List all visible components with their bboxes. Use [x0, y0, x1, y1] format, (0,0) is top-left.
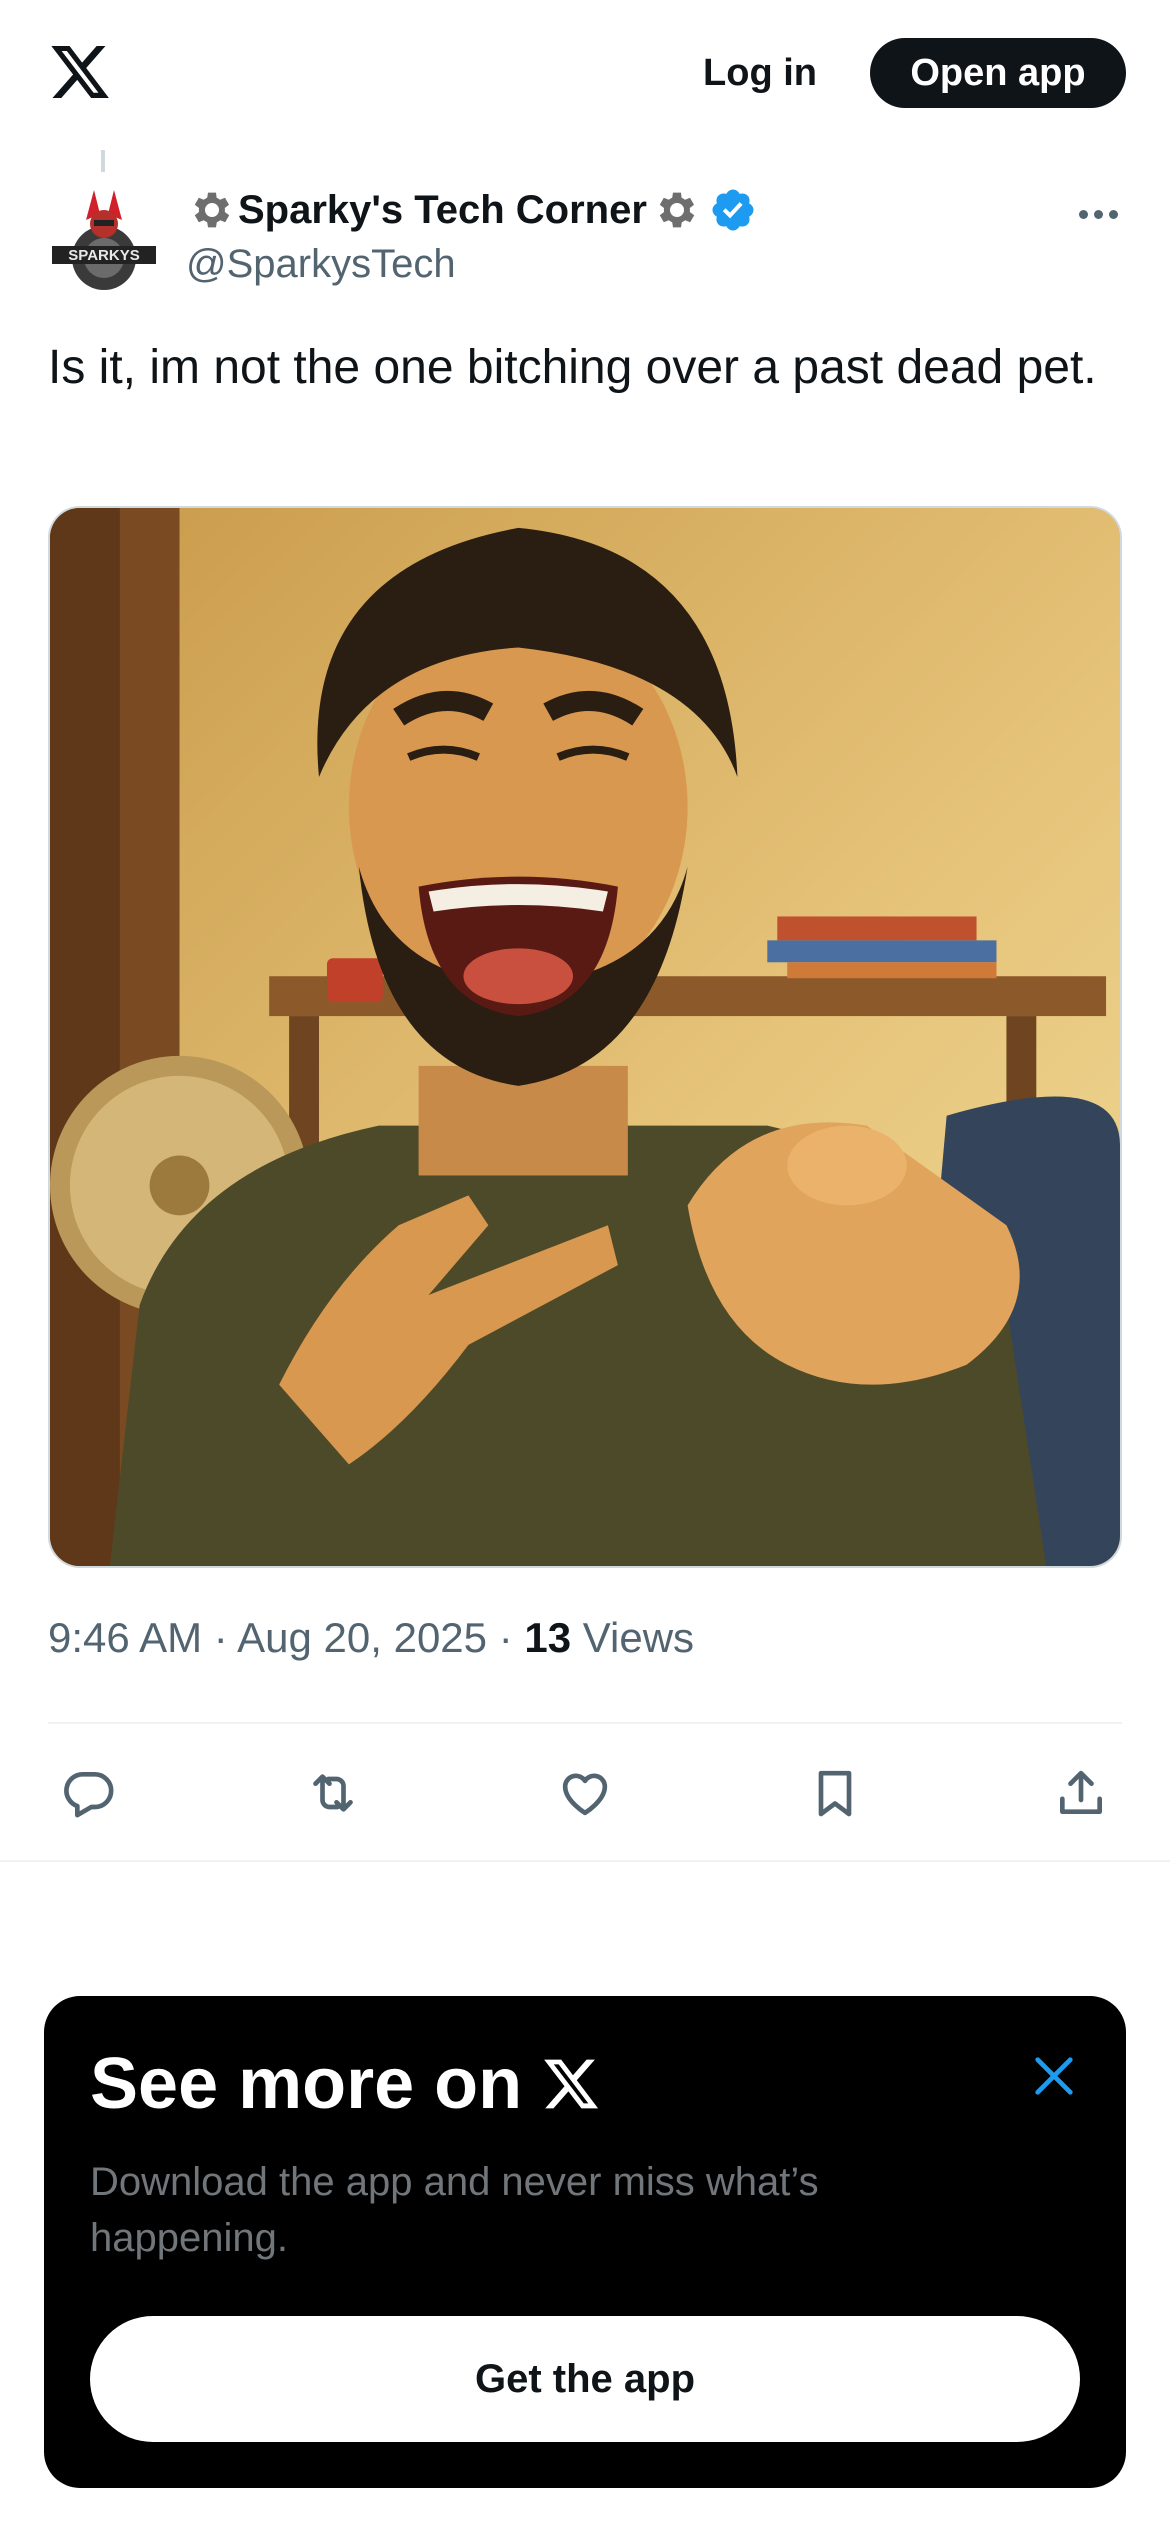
author-name-row[interactable]: Sparky's Tech Corner [186, 180, 757, 240]
promo-title-text: See more on [90, 2044, 523, 2124]
divider [0, 1860, 1170, 1862]
open-app-button[interactable]: Open app [870, 38, 1126, 108]
avatar[interactable]: SPARKYS [46, 180, 162, 296]
bookmark-icon [818, 1770, 852, 1817]
login-button[interactable]: Log in [690, 40, 830, 106]
more-options-icon[interactable] [1072, 188, 1124, 240]
svg-text:SPARKYS: SPARKYS [68, 247, 139, 264]
views-label: Views [582, 1614, 695, 1661]
tweet-actions-bar [48, 1752, 1122, 1834]
top-bar: Log in Open app [0, 0, 1170, 148]
verified-badge-icon [712, 189, 754, 231]
promo-subtitle: Download the app and never miss what’s h… [90, 2160, 819, 2260]
promo-title: See more on [90, 2042, 602, 2126]
retweet-button[interactable] [292, 1752, 374, 1834]
get-the-app-button[interactable]: Get the app [90, 2316, 1080, 2442]
gear-icon [194, 192, 230, 228]
x-logo-icon[interactable] [46, 40, 114, 104]
author-handle[interactable]: @SparkysTech [186, 242, 456, 287]
close-icon[interactable] [1026, 2048, 1082, 2104]
like-button[interactable] [544, 1752, 626, 1834]
retweet-icon [313, 1774, 353, 1812]
x-logo-icon [544, 2059, 599, 2109]
gear-icon [659, 192, 695, 228]
like-icon [562, 1773, 608, 1816]
reply-icon [64, 1771, 114, 1818]
thread-line [101, 150, 105, 172]
share-button[interactable] [1040, 1752, 1122, 1834]
display-name[interactable]: Sparky's Tech Corner [238, 188, 647, 233]
share-icon [1060, 1770, 1102, 1814]
tweet-text: Is it, im not the one bitching over a pa… [48, 341, 1097, 394]
bookmark-button[interactable] [794, 1752, 876, 1834]
meta-separator: · [213, 1614, 228, 1661]
tweet-meta: 9:46 AM · Aug 20, 2025 · 13 Views [48, 1614, 694, 1662]
tweet-time[interactable]: 9:46 AM [48, 1614, 202, 1661]
tweet-media-image[interactable] [48, 506, 1122, 1568]
reply-button[interactable] [48, 1752, 130, 1834]
meta-separator: · [498, 1614, 513, 1661]
views-count: 13 [524, 1614, 572, 1661]
laughing-man-illustration [50, 508, 1120, 1566]
tweet-date[interactable]: Aug 20, 2025 [237, 1614, 487, 1661]
app-promo-card: See more on Download the app and never m… [44, 1996, 1126, 2488]
divider [48, 1722, 1122, 1724]
